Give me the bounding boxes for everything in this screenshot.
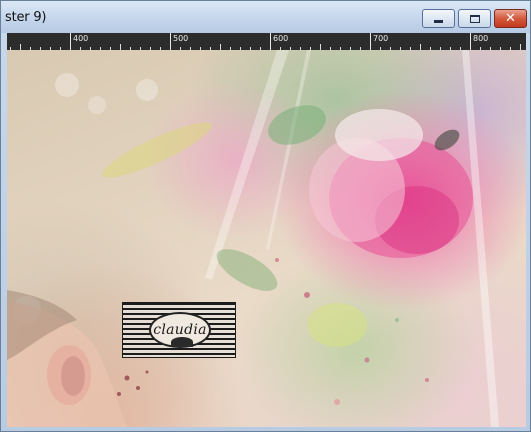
maximize-button[interactable] [458, 9, 491, 28]
image-canvas[interactable]: claudia [7, 50, 526, 427]
ruler-label-600: 600 [273, 34, 289, 43]
ruler-major-tick [170, 33, 171, 50]
title-bar[interactable]: ster 9) ✕ [1, 1, 530, 33]
ruler-label-400: 400 [73, 34, 89, 43]
watermark-stamp: claudia [122, 302, 236, 358]
minimize-icon [434, 19, 443, 23]
ruler-major-tick [470, 33, 471, 50]
maximize-icon [469, 14, 480, 23]
close-icon: ✕ [505, 11, 516, 26]
watermark-leaf-icon [171, 337, 193, 347]
image-window: ster 9) ✕ 400 500 600 700 800 claudia [0, 0, 531, 432]
ruler-label-700: 700 [373, 34, 389, 43]
watermark-text: claudia [153, 322, 207, 338]
window-title: ster 9) [5, 10, 47, 25]
close-button[interactable]: ✕ [494, 9, 527, 28]
artwork-layer [7, 50, 499, 427]
ruler-label-800: 800 [473, 34, 489, 43]
ruler-major-tick [270, 33, 271, 50]
ruler-major-tick [370, 33, 371, 50]
ruler-major-tick [70, 33, 71, 50]
minimize-button[interactable] [422, 9, 455, 28]
horizontal-ruler[interactable]: 400 500 600 700 800 [7, 33, 526, 50]
ruler-label-500: 500 [173, 34, 189, 43]
